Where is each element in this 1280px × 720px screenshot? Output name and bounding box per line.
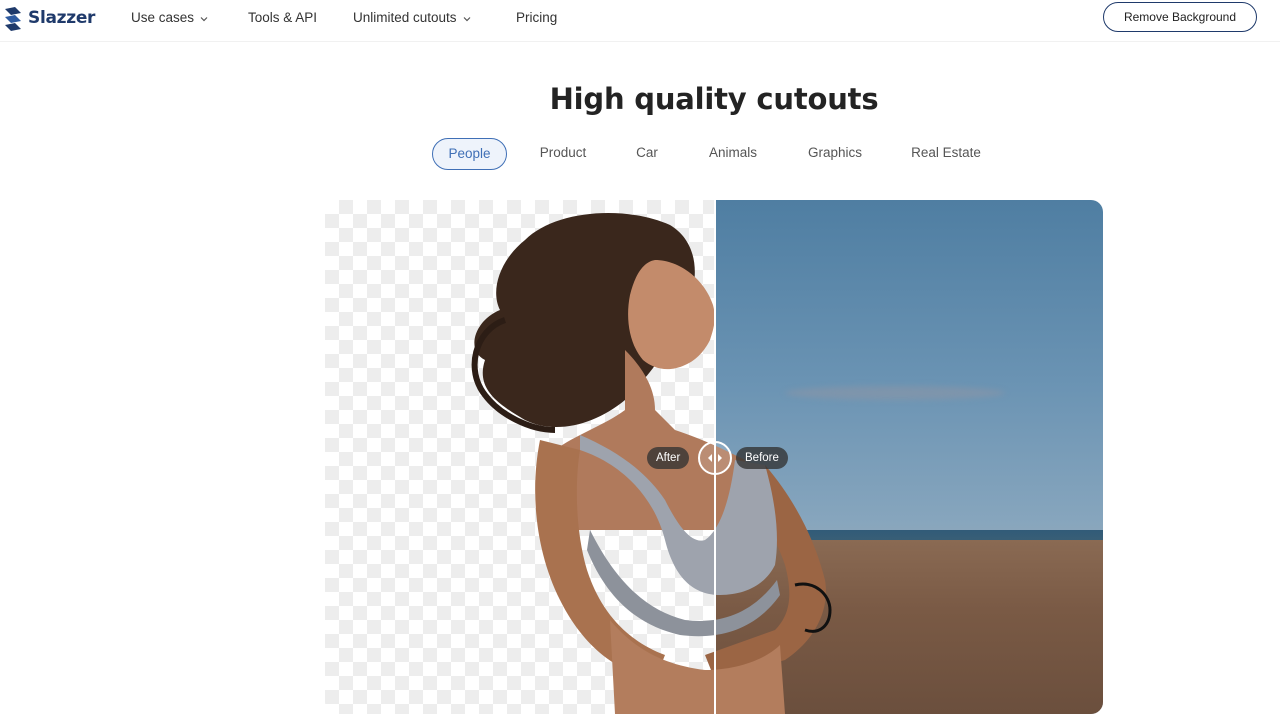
- chevron-down-icon: [200, 16, 208, 21]
- nav-label: Unlimited cutouts: [353, 10, 457, 25]
- nav-tools-api[interactable]: Tools & API: [248, 10, 317, 25]
- nav-label: Use cases: [131, 10, 195, 25]
- nav-unlimited-cutouts[interactable]: Unlimited cutouts: [353, 10, 471, 25]
- site-header: Slazzer Use cases Tools & API Unlimited …: [0, 0, 1280, 42]
- tab-people[interactable]: People: [432, 138, 507, 170]
- comparison-slider-handle[interactable]: [698, 441, 732, 475]
- nav-label: Tools & API: [248, 10, 318, 25]
- after-label: After: [647, 447, 690, 469]
- remove-background-button[interactable]: Remove Background: [1103, 2, 1257, 32]
- category-tabs: People Product Car Animals Graphics Real…: [0, 138, 1280, 172]
- nav-label: Pricing: [516, 10, 558, 25]
- before-after-comparison[interactable]: After Before: [325, 200, 1103, 714]
- tab-graphics[interactable]: Graphics: [800, 138, 870, 170]
- tab-car[interactable]: Car: [630, 138, 664, 170]
- section-title: High quality cutouts: [549, 82, 879, 116]
- chevron-down-icon: [463, 16, 470, 21]
- nav-use-cases[interactable]: Use cases: [131, 10, 208, 25]
- tab-animals[interactable]: Animals: [700, 138, 766, 170]
- tab-product[interactable]: Product: [532, 138, 594, 170]
- nav-pricing[interactable]: Pricing: [516, 10, 557, 25]
- brand-logo[interactable]: Slazzer: [2, 5, 95, 31]
- tab-real-estate[interactable]: Real Estate: [904, 138, 988, 170]
- brand-name: Slazzer: [28, 8, 96, 28]
- arrows-left-right-icon: [708, 454, 722, 462]
- slazzer-logo-icon: [5, 7, 21, 31]
- before-label: Before: [736, 447, 788, 469]
